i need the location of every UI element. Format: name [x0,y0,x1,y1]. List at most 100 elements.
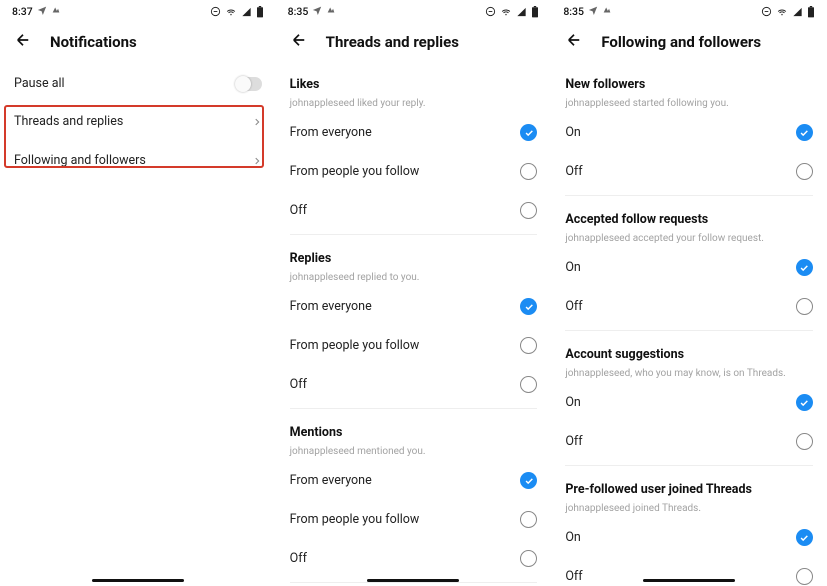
section-hint: johnappleseed, who you may know, is on T… [565,364,813,383]
status-plane-icon [588,5,598,18]
radio-unselected-icon[interactable] [520,163,537,180]
section-hint: johnappleseed started following you. [565,94,813,113]
option-label: From people you follow [290,164,521,179]
header: Notifications [0,21,276,65]
content: New followersjohnappleseed started follo… [551,65,827,586]
radio-unselected-icon[interactable] [796,433,813,450]
radio-option-row[interactable]: Off [290,539,538,578]
pause-all-row[interactable]: Pause all [14,65,262,102]
status-plane-icon [37,5,47,18]
toggle-switch[interactable] [236,77,262,91]
option-label: From people you follow [290,512,521,527]
radio-selected-icon[interactable] [796,259,813,276]
clock: 8:37 [12,5,33,18]
radio-unselected-icon[interactable] [520,511,537,528]
divider [565,465,813,466]
clock: 8:35 [563,5,584,18]
nav-indicator [643,579,735,582]
radio-selected-icon[interactable] [796,124,813,141]
option-label: Off [290,377,521,392]
section-title: Mentions [290,413,538,442]
option-label: From everyone [290,125,521,140]
radio-option-row[interactable]: From everyone [290,113,538,152]
option-label: On [565,125,796,140]
divider [290,234,538,235]
section-hint: johnappleseed liked your reply. [290,94,538,113]
option-label: From everyone [290,299,521,314]
header: Threads and replies [276,21,552,65]
page-title: Notifications [50,33,137,51]
page-title: Threads and replies [326,33,459,51]
radio-unselected-icon[interactable] [796,298,813,315]
radio-selected-icon[interactable] [520,298,537,315]
radio-option-row[interactable]: Off [290,191,538,230]
section-title: Replies [290,239,538,268]
divider [290,582,538,583]
radio-selected-icon[interactable] [520,472,537,489]
radio-unselected-icon[interactable] [520,202,537,219]
chevron-right-icon [252,117,262,127]
section-hint: johnappleseed joined Threads. [565,499,813,518]
radio-unselected-icon[interactable] [520,550,537,567]
radio-unselected-icon[interactable] [520,376,537,393]
section-title: Account suggestions [565,335,813,364]
wifi-icon [776,7,788,17]
option-label: On [565,530,796,545]
option-label: On [565,395,796,410]
radio-unselected-icon[interactable] [796,568,813,585]
radio-unselected-icon[interactable] [796,163,813,180]
option-label: Off [565,299,796,314]
phone-screen-following-followers: 8:35 Following and [551,0,827,586]
wifi-icon [500,7,512,17]
chevron-right-icon [252,156,262,166]
radio-option-row[interactable]: From people you follow [290,500,538,539]
section-hint: johnappleseed accepted your follow reque… [565,229,813,248]
page-title: Following and followers [601,33,761,51]
radio-unselected-icon[interactable] [520,337,537,354]
back-arrow-icon[interactable] [290,31,308,53]
battery-icon [256,6,264,18]
option-label: Off [290,203,521,218]
option-label: From everyone [290,473,521,488]
radio-option-row[interactable]: On [565,248,813,287]
radio-option-row[interactable]: On [565,518,813,557]
status-bar: 8:37 [0,0,276,21]
divider [565,195,813,196]
status-plane-icon [312,5,322,18]
status-extra-icon [51,5,61,18]
radio-option-row[interactable]: Off [565,287,813,326]
option-label: Off [565,434,796,449]
signal-icon [792,7,803,17]
radio-selected-icon[interactable] [520,124,537,141]
radio-option-row[interactable]: From people you follow [290,152,538,191]
nav-item-following-followers[interactable]: Following and followers [14,141,262,180]
radio-option-row[interactable]: From people you follow [290,326,538,365]
radio-option-row[interactable]: Off [290,365,538,404]
battery-icon [807,6,815,18]
section-title: Likes [290,65,538,94]
option-label: Off [565,164,796,179]
radio-selected-icon[interactable] [796,394,813,411]
radio-option-row[interactable]: On [565,113,813,152]
dnd-icon [485,6,496,17]
nav-item-label: Following and followers [14,153,252,168]
dnd-icon [210,6,221,17]
content: Likesjohnappleseed liked your reply. From… [276,65,552,586]
back-arrow-icon[interactable] [565,31,583,53]
radio-selected-icon[interactable] [796,529,813,546]
radio-option-row[interactable]: From everyone [290,461,538,500]
signal-icon [241,7,252,17]
radio-option-row[interactable]: Off [565,152,813,191]
radio-option-row[interactable]: Off [565,422,813,461]
section-hint: johnappleseed replied to you. [290,268,538,287]
nav-item-threads-replies[interactable]: Threads and replies [14,102,262,141]
back-arrow-icon[interactable] [14,31,32,53]
section-title: New followers [565,65,813,94]
option-label: On [565,260,796,275]
signal-icon [516,7,527,17]
status-bar: 8:35 [276,0,552,21]
radio-option-row[interactable]: On [565,383,813,422]
radio-option-row[interactable]: From everyone [290,287,538,326]
option-label: From people you follow [290,338,521,353]
status-bar: 8:35 [551,0,827,21]
